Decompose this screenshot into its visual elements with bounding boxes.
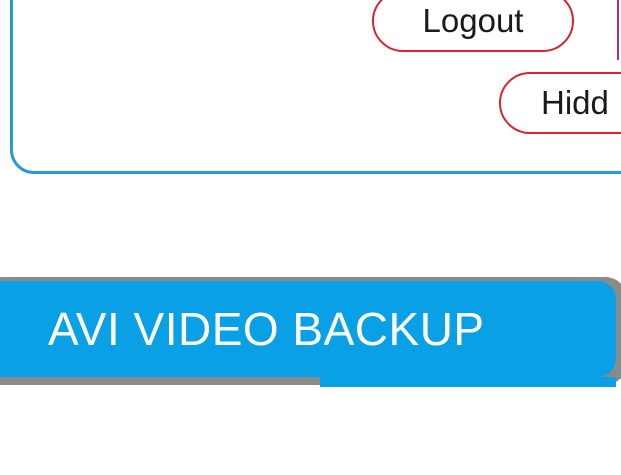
panel-divider — [617, 0, 619, 60]
logout-button-label: Logout — [422, 2, 524, 39]
page: Logout Hidd AVI VIDEO BACKUP — [0, 0, 621, 475]
logout-button[interactable]: Logout — [372, 0, 574, 52]
section-title: AVI VIDEO BACKUP — [48, 303, 485, 355]
section-header: AVI VIDEO BACKUP — [0, 277, 621, 387]
section-header-banner: AVI VIDEO BACKUP — [0, 281, 616, 377]
section-header-tab — [320, 377, 616, 387]
hidden-button-label: Hidd — [541, 84, 609, 121]
hidden-button[interactable]: Hidd — [499, 72, 621, 134]
